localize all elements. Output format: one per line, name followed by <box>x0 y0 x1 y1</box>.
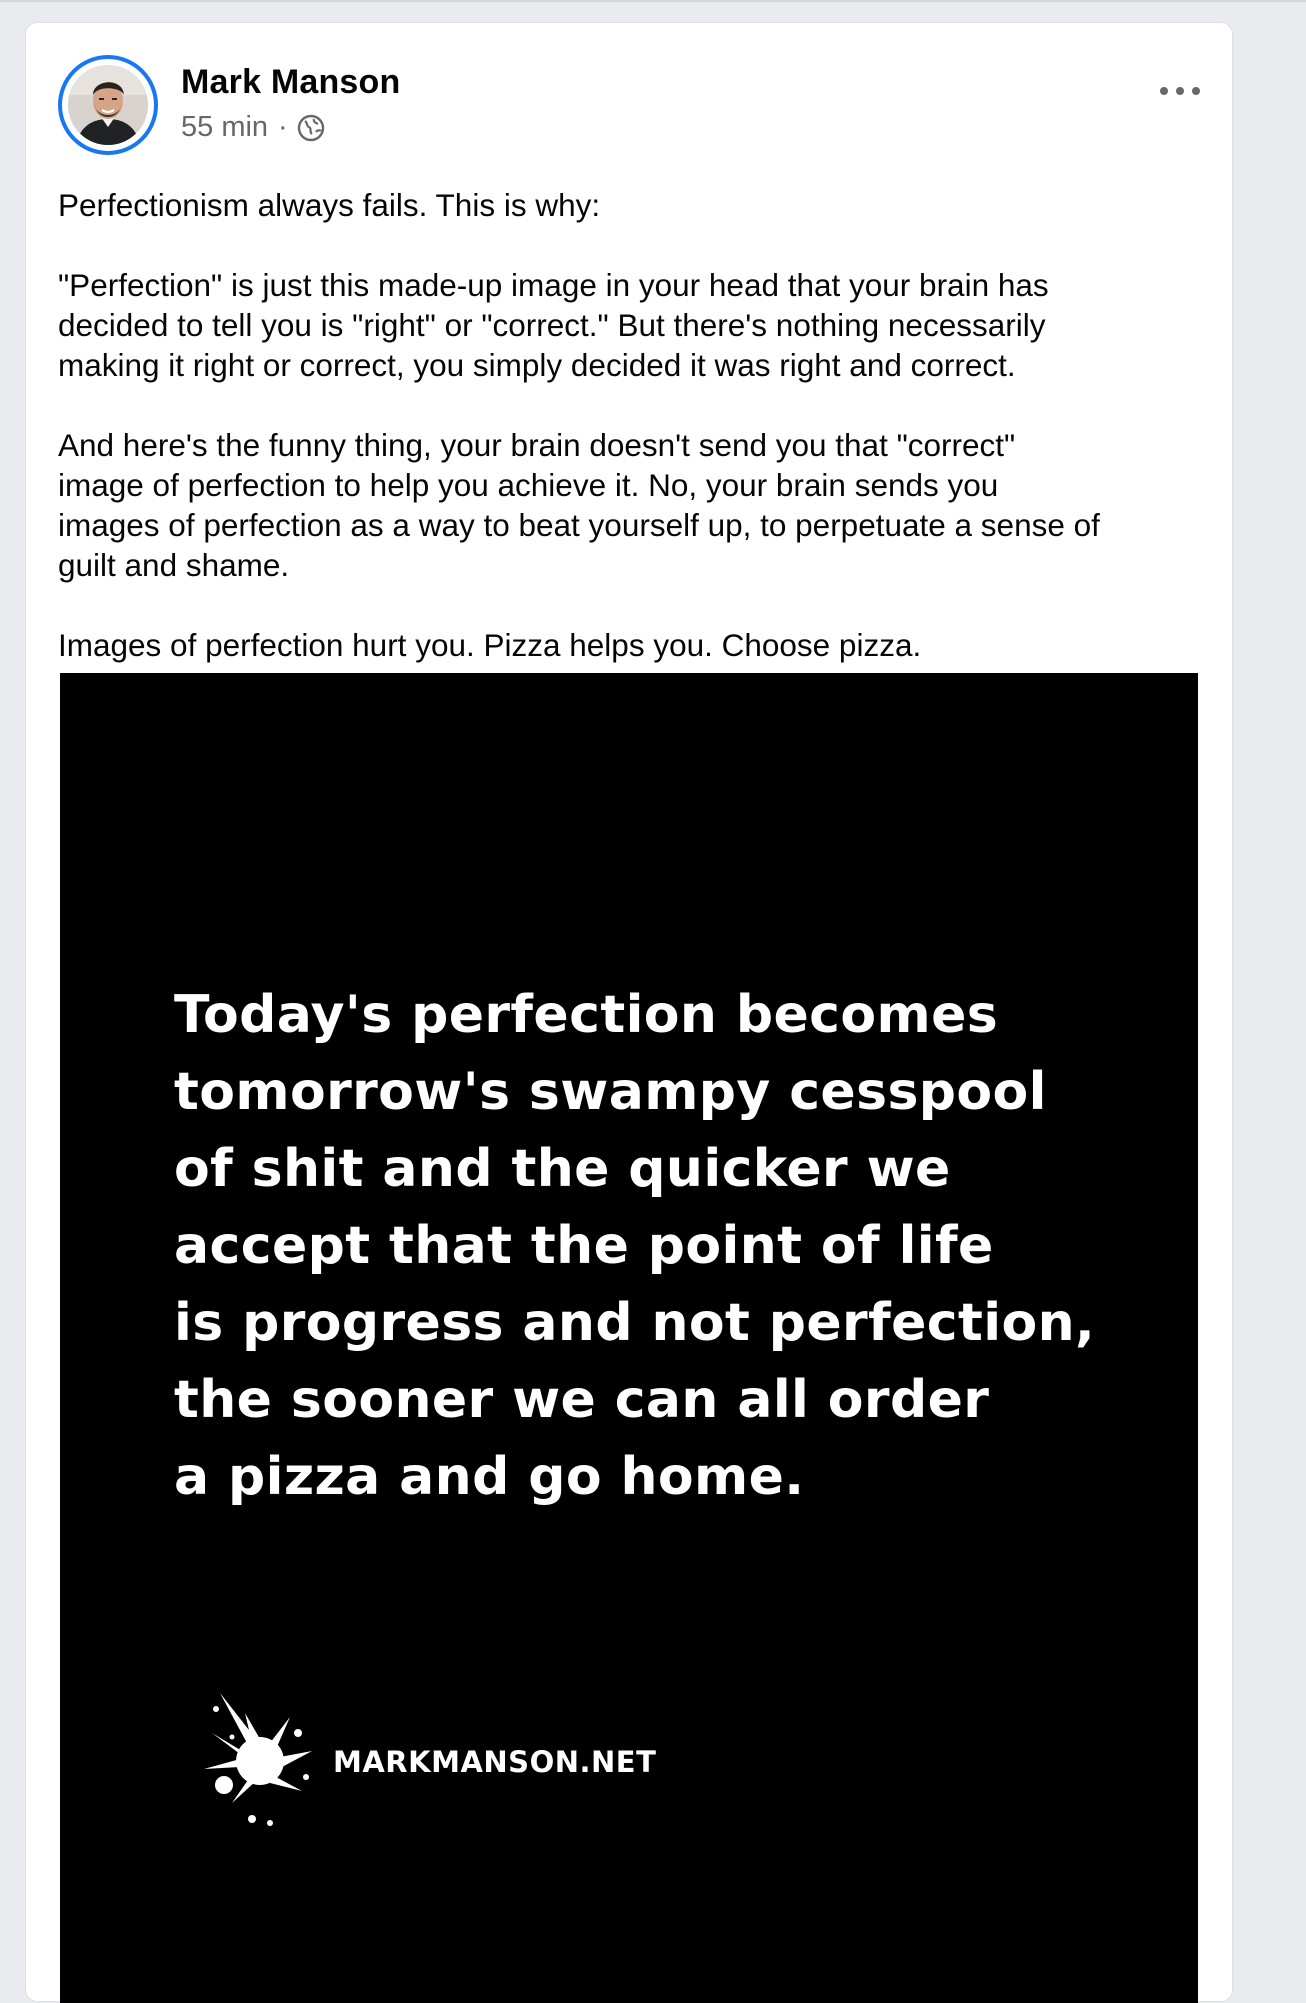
post-line: images of perfection as a way to beat yo… <box>58 507 1100 543</box>
post-paragraph-2: "Perfection" is just this made-up image … <box>58 265 1218 385</box>
post-line: "Perfection" is just this made-up image … <box>58 267 1049 303</box>
quote-text: Today's perfection becomes tomorrow's sw… <box>174 977 1134 1516</box>
post-body: Perfectionism always fails. This is why:… <box>58 185 1218 665</box>
profile-avatar[interactable] <box>58 55 158 155</box>
post-line: And here's the funny thing, your brain d… <box>58 427 1016 463</box>
post-meta: 55 min · <box>181 111 326 144</box>
quote-line: Today's perfection becomes <box>174 985 999 1045</box>
site-watermark: MARKMANSON.NET <box>333 1745 657 1779</box>
post-timestamp[interactable]: 55 min <box>181 111 268 144</box>
quote-line: is progress and not perfection, <box>174 1293 1096 1353</box>
quote-line: a pizza and go home. <box>174 1447 805 1507</box>
quote-line: tomorrow's swampy cesspool <box>174 1062 1047 1122</box>
quote-line: of shit and the quicker we <box>174 1139 951 1199</box>
author-name[interactable]: Mark Manson <box>181 63 400 102</box>
post-card: Mark Manson 55 min · Perfectionism alway… <box>25 22 1233 2003</box>
quote-line: the sooner we can all order <box>174 1370 990 1430</box>
post-paragraph-4: Images of perfection hurt you. Pizza hel… <box>58 625 1218 665</box>
meta-separator: · <box>278 111 288 143</box>
ink-splat-icon <box>204 1693 312 1826</box>
globe-icon <box>297 114 324 141</box>
post-paragraph-3: And here's the funny thing, your brain d… <box>58 425 1218 585</box>
post-line: Perfectionism always fails. This is why: <box>58 187 601 223</box>
post-header: Mark Manson 55 min · <box>58 55 1208 155</box>
post-line: image of perfection to help you achieve … <box>58 467 999 503</box>
quote-line: accept that the point of life <box>174 1216 994 1276</box>
top-divider <box>0 0 1306 2</box>
post-line: decided to tell you is "right" or "corre… <box>58 307 1046 343</box>
post-line: Images of perfection hurt you. Pizza hel… <box>58 627 922 663</box>
post-image[interactable]: Today's perfection becomes tomorrow's sw… <box>60 673 1198 2003</box>
post-paragraph-1: Perfectionism always fails. This is why: <box>58 185 1218 225</box>
post-line: making it right or correct, you simply d… <box>58 347 1016 383</box>
post-line: guilt and shame. <box>58 547 290 583</box>
avatar-photo <box>68 65 148 145</box>
more-options-icon[interactable] <box>1160 81 1200 101</box>
